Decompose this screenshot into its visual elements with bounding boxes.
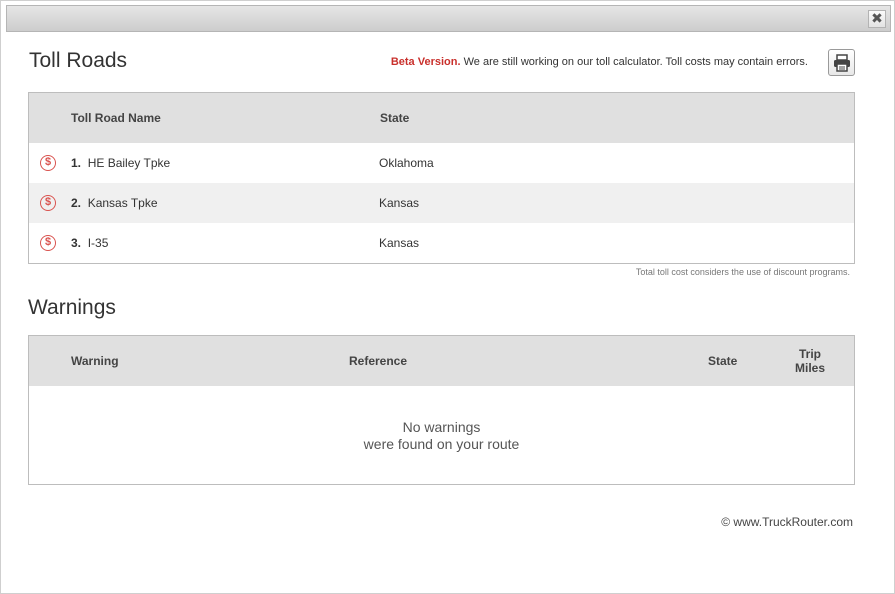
- row-index: 2.: [71, 196, 82, 210]
- miles-label: Miles: [795, 361, 826, 375]
- row-index: 1.: [71, 156, 82, 170]
- road-name: HE Bailey Tpke: [87, 156, 171, 170]
- table-row[interactable]: $ 2. Kansas Tpke Kansas: [29, 183, 854, 223]
- column-toll-road-name[interactable]: Toll Road Name: [71, 111, 161, 125]
- column-state[interactable]: State: [380, 111, 409, 125]
- toll-table-header: Toll Road Name State: [29, 93, 854, 143]
- dollar-icon: $: [40, 235, 56, 251]
- warnings-table: Warning Reference State Trip Miles No war…: [28, 335, 855, 485]
- toll-roads-title: Toll Roads: [29, 49, 128, 72]
- toll-road-name: 1. HE Bailey Tpke: [71, 156, 170, 170]
- empty-line-1: No warnings: [402, 419, 481, 435]
- trip-label: Trip: [798, 347, 821, 361]
- discount-note: Total toll cost considers the use of dis…: [635, 267, 850, 277]
- dollar-icon: $: [40, 155, 56, 171]
- column-state[interactable]: State: [708, 354, 737, 368]
- print-button[interactable]: [828, 49, 855, 76]
- beta-label: Beta Version.: [390, 56, 461, 68]
- toll-roads-table: Toll Road Name State $ 1. HE Bailey Tpke…: [28, 92, 855, 264]
- road-name: Kansas Tpke: [87, 196, 158, 210]
- dollar-icon: $: [40, 195, 56, 211]
- beta-text: We are still working on our toll calcula…: [460, 56, 808, 68]
- table-row[interactable]: $ 3. I-35 Kansas: [29, 223, 854, 263]
- dialog-titlebar[interactable]: ✖: [6, 5, 891, 32]
- toll-road-state: Kansas: [379, 196, 420, 210]
- row-index: 3.: [71, 236, 82, 250]
- warnings-title: Warnings: [28, 296, 116, 319]
- toll-road-name: 3. I-35: [71, 236, 108, 250]
- column-trip-miles[interactable]: Trip Miles: [795, 347, 825, 375]
- beta-notice: Beta Version. We are still working on ou…: [391, 56, 808, 68]
- table-row[interactable]: $ 1. HE Bailey Tpke Oklahoma: [29, 143, 854, 183]
- toll-road-state: Kansas: [379, 236, 420, 250]
- column-reference[interactable]: Reference: [349, 354, 407, 368]
- toll-road-state: Oklahoma: [379, 156, 434, 170]
- toll-road-name: 2. Kansas Tpke: [71, 196, 158, 210]
- empty-line-2: were found on your route: [363, 436, 520, 452]
- no-warnings-message: No warnings were found on your route: [29, 386, 854, 484]
- printer-icon: [834, 54, 850, 72]
- close-button[interactable]: ✖: [868, 10, 886, 28]
- toll-dialog: ✖ Toll Roads Beta Version. We are still …: [0, 0, 895, 594]
- column-warning[interactable]: Warning: [71, 354, 119, 368]
- copyright-link[interactable]: © www.TruckRouter.com: [721, 515, 853, 529]
- road-name: I-35: [87, 236, 109, 250]
- warnings-table-header: Warning Reference State Trip Miles: [29, 336, 854, 386]
